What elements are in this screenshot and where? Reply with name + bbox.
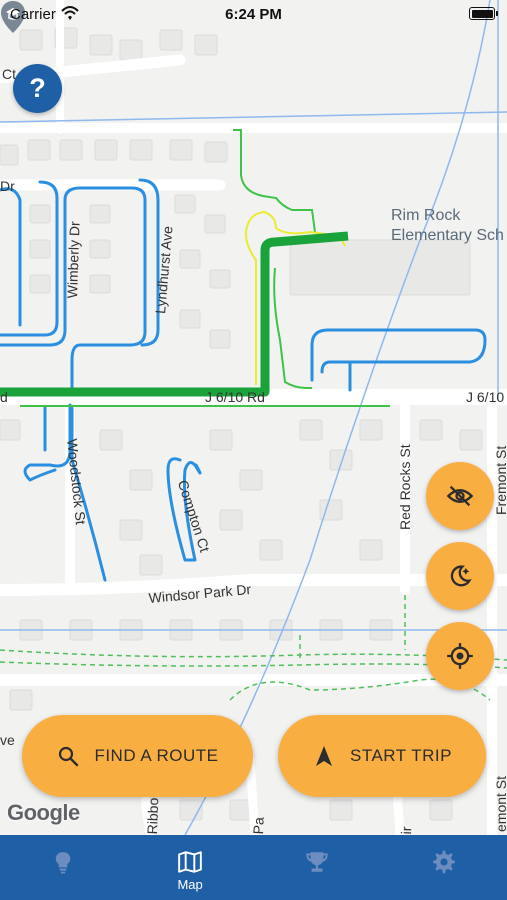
map-view[interactable]: Ct Dr Wimberly Dr Lyndhurst Ave d J 6/10…	[0, 0, 507, 835]
road-label-ir: ir	[398, 826, 415, 835]
road-label-dr: Dr	[0, 178, 15, 194]
locate-crosshair-icon	[447, 643, 473, 669]
road-label-wimberly: Wimberly Dr	[64, 221, 83, 299]
road-label-ve: ve	[0, 732, 15, 748]
battery-icon	[469, 7, 498, 20]
night-mode-icon	[450, 565, 472, 587]
night-mode-button[interactable]	[426, 542, 494, 610]
bottom-tab-bar: Map	[0, 835, 507, 900]
locate-me-button[interactable]	[426, 622, 494, 690]
gear-icon	[432, 850, 455, 874]
google-attribution: Google	[7, 800, 80, 825]
start-trip-label: START TRIP	[350, 746, 452, 765]
poi-name-line2: Elementary Sch	[391, 227, 504, 244]
status-bar: Carrier 6:24 PM	[0, 0, 507, 28]
poi-school-label[interactable]: Rim Rock Elementary Sch	[391, 206, 504, 246]
tab-map-label: Map	[177, 877, 203, 892]
road-label-pa: Pa	[250, 816, 267, 835]
trophy-icon	[306, 852, 328, 872]
find-route-button[interactable]: FIND A ROUTE	[22, 715, 253, 797]
poi-name-line1: Rim Rock	[391, 207, 461, 224]
tab-tips[interactable]	[0, 835, 127, 900]
navigation-arrow-icon	[316, 746, 332, 766]
road-label-fremont-top: Fremont St	[493, 445, 507, 515]
find-route-label: FIND A ROUTE	[94, 746, 219, 765]
map-canvas	[0, 0, 507, 835]
help-button[interactable]: ?	[13, 64, 62, 113]
road-label-j610-right: J 6/10	[466, 389, 505, 405]
road-label-j610-left: d	[0, 389, 8, 405]
tab-map[interactable]: Map	[127, 835, 254, 900]
road-label-fremont-bottom: emont St	[493, 775, 507, 832]
hide-routes-button[interactable]	[426, 462, 494, 530]
hide-eye-icon	[446, 485, 474, 507]
start-trip-button[interactable]: START TRIP	[278, 715, 486, 797]
search-icon	[59, 746, 79, 767]
road-network	[0, 0, 507, 835]
lightbulb-icon	[56, 852, 71, 874]
road-label-j610-center: J 6/10 Rd	[205, 389, 265, 405]
road-label-red-rocks: Red Rocks St	[397, 444, 413, 530]
status-time: 6:24 PM	[225, 6, 282, 23]
tab-settings[interactable]	[380, 835, 507, 900]
tab-achievements[interactable]	[254, 835, 381, 900]
map-icon	[178, 851, 202, 873]
